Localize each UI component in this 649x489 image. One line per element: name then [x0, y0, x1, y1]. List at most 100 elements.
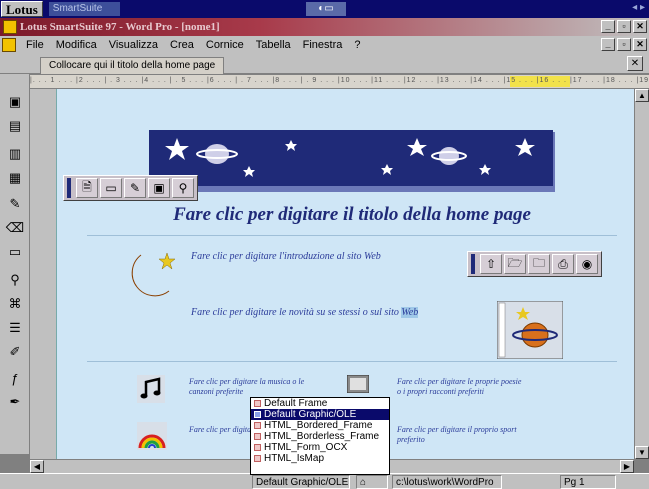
dropdown-option-label: HTML_IsMap	[264, 453, 325, 464]
dropdown-option[interactable]: HTML_Form_OCX	[251, 442, 389, 453]
frame-style-icon	[254, 422, 261, 429]
zoom-icon[interactable]: ⚲	[4, 270, 26, 290]
marker-icon[interactable]: ✐	[4, 342, 26, 362]
smartcenter-drawer-icon[interactable]: ◐▭	[306, 2, 346, 16]
menu-finestra[interactable]: Finestra	[297, 37, 349, 53]
drawing-icon[interactable]: ▦	[4, 168, 26, 188]
news-text[interactable]: Fare clic per digitare le novità su se s…	[191, 307, 419, 318]
style-selector[interactable]: Default Graphic/OLE	[252, 475, 350, 489]
poetry-text[interactable]: Fare clic per digitare le proprie poesie…	[397, 377, 522, 397]
eraser-icon[interactable]: ⌫	[4, 218, 26, 238]
menu-bar: File Modifica Visualizza Crea Cornice Tabella…	[0, 36, 649, 54]
menu-cornice[interactable]: Cornice	[200, 37, 250, 53]
dropdown-option-label: HTML_Form_OCX	[264, 442, 348, 453]
frame-style-dropdown[interactable]: Default Frame Default Graphic/OLE HTML_Bor…	[250, 397, 390, 475]
dropdown-option[interactable]: Default Graphic/OLE	[251, 409, 389, 420]
web-frame-icon[interactable]: ▭	[100, 178, 122, 198]
maximize-button[interactable]: ▫	[617, 20, 631, 33]
smartsuite-bar: Lotus SmartSuite ◐▭ ◂ ▸	[0, 0, 649, 18]
music-note-icon[interactable]	[137, 375, 165, 403]
menu-items: File Modifica Visualizza Crea Cornice Tabella…	[20, 37, 367, 53]
lotus-logo[interactable]: Lotus	[1, 1, 43, 17]
toolbar-grip[interactable]	[67, 178, 71, 198]
sport-text[interactable]: Fare clic per digitare il proprio sport …	[397, 425, 522, 445]
web-preview-icon[interactable]: ⚲	[172, 178, 194, 198]
outline-icon[interactable]: ☰	[4, 318, 26, 338]
web-link-icon[interactable]: ⌘	[4, 294, 26, 314]
dropdown-option[interactable]: HTML_IsMap	[251, 453, 389, 464]
pen-icon[interactable]: ✒	[4, 392, 26, 412]
dropdown-option[interactable]: Default Frame	[251, 398, 389, 409]
moon-graphic[interactable]	[123, 249, 181, 299]
path-field[interactable]: c:\lotus\work\WordPro	[392, 475, 502, 489]
menu-file[interactable]: File	[20, 37, 50, 53]
dropdown-option[interactable]: HTML_Bordered_Frame	[251, 420, 389, 431]
doc-close-button[interactable]: ✕	[633, 38, 647, 51]
table-icon[interactable]: ▤	[4, 116, 26, 136]
document-icon[interactable]	[2, 38, 16, 52]
frame-icon[interactable]: ▣	[4, 92, 26, 112]
wordpro-app-icon[interactable]	[3, 20, 17, 34]
scroll-left-arrow-icon[interactable]: ◀	[30, 460, 44, 473]
minimize-button[interactable]: _	[601, 20, 615, 33]
smartsuite-tab[interactable]: SmartSuite	[48, 2, 121, 16]
tab-home-page-title[interactable]: Collocare qui il titolo della home page	[40, 57, 225, 74]
news-text-main: Fare clic per digitare le novità su se s…	[191, 307, 402, 318]
smartsuite-scroll-arrows[interactable]: ◂ ▸	[632, 2, 645, 13]
ruler-marks: |. . . 1 . . . |2 . . . | . 3 . . . |4 .…	[30, 77, 649, 84]
web-image-icon[interactable]: ▣	[148, 178, 170, 198]
print-icon[interactable]: ⎙	[552, 254, 574, 274]
rainbow-icon[interactable]	[137, 422, 167, 450]
horizontal-ruler[interactable]: |. . . 1 . . . |2 . . . | . 3 . . . |4 .…	[30, 75, 649, 89]
view-icon[interactable]: ▭	[4, 242, 26, 262]
tab-close-icon[interactable]: ✕	[627, 56, 643, 71]
scroll-up-arrow-icon[interactable]: ▲	[635, 89, 649, 102]
menu-modifica[interactable]: Modifica	[50, 37, 103, 53]
web-page-icon[interactable]: 🗎	[76, 178, 98, 198]
web-publish-toolbar: ⇧ 🗁 🗀 ⎙ ◉	[467, 251, 602, 277]
title-bar: Lotus SmartSuite 97 - Word Pro - [nome1]…	[0, 18, 649, 36]
page-indicator[interactable]: Pg 1	[560, 475, 616, 489]
doc-restore-button[interactable]: ▫	[617, 38, 631, 51]
globe-icon[interactable]: ◉	[576, 254, 598, 274]
menu-tabella[interactable]: Tabella	[250, 37, 297, 53]
dropdown-option[interactable]: HTML_Borderless_Frame	[251, 431, 389, 442]
scroll-down-arrow-icon[interactable]: ▼	[635, 446, 649, 459]
frame-style-icon	[254, 444, 261, 451]
music-text[interactable]: Fare clic per digitare la musica o le ca…	[189, 377, 314, 397]
vertical-scrollbar[interactable]: ▲ ▼	[634, 89, 649, 459]
window-controls: _ ▫ ✕	[601, 20, 647, 33]
menu-help[interactable]: ?	[348, 37, 366, 53]
news-text-web: Web	[401, 307, 419, 318]
upload-icon[interactable]: ⇧	[480, 254, 502, 274]
frame-style-options: Default Frame Default Graphic/OLE HTML_Bor…	[251, 398, 389, 464]
style-icon[interactable]: ƒ	[4, 368, 26, 388]
doc-minimize-button[interactable]: _	[601, 38, 615, 51]
book-icon[interactable]	[347, 375, 369, 393]
frame-style-icon	[254, 455, 261, 462]
night-sky-banner[interactable]	[149, 130, 553, 186]
home-page-title[interactable]: Fare clic per digitare il titolo della h…	[127, 204, 577, 226]
menu-crea[interactable]: Crea	[164, 37, 200, 53]
status-indicator[interactable]: ⌂	[356, 475, 388, 489]
pencil-icon[interactable]: ✎	[4, 194, 26, 214]
planet-graphic[interactable]	[497, 301, 563, 359]
chart-icon[interactable]: ▥	[4, 144, 26, 164]
web-edit-icon[interactable]: ✎	[124, 178, 146, 198]
dropdown-option-label: HTML_Borderless_Frame	[264, 431, 380, 442]
menu-visualizza[interactable]: Visualizza	[103, 37, 164, 53]
folder-icon[interactable]: 🗀	[528, 254, 550, 274]
dropdown-option-label: Default Graphic/OLE	[264, 409, 357, 420]
frame-style-icon	[254, 433, 261, 440]
dropdown-option-label: HTML_Bordered_Frame	[264, 420, 373, 431]
section-divider-2	[87, 361, 617, 362]
left-smarticons-toolbar: ▣ ▤ ▥ ▦ ✎ ⌫ ▭ ⚲ ⌘ ☰ ✐ ƒ ✒	[0, 74, 30, 454]
frame-style-icon	[254, 400, 261, 407]
close-button[interactable]: ✕	[633, 20, 647, 33]
toolbar-grip-2[interactable]	[471, 254, 475, 274]
intro-text[interactable]: Fare clic per digitare l'introduzione al…	[191, 251, 381, 262]
status-bar: Default Graphic/OLE ⌂ c:\lotus\work\Word…	[0, 473, 649, 489]
folder-open-icon[interactable]: 🗁	[504, 254, 526, 274]
dropdown-option-label: Default Frame	[264, 398, 328, 409]
scroll-right-arrow-icon[interactable]: ▶	[620, 460, 634, 473]
